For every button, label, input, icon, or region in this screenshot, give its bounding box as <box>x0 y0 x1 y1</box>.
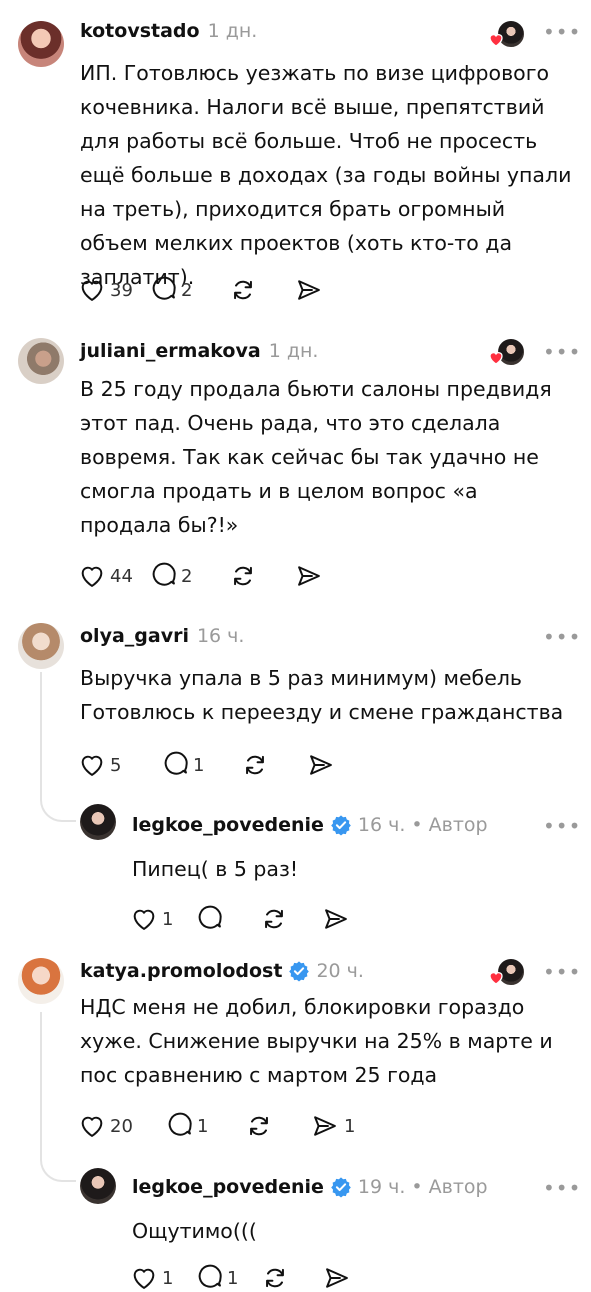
comment-text: Выручка упала в 5 раз минимум) мебель Го… <box>80 666 564 724</box>
avatar[interactable] <box>80 1168 116 1204</box>
reply-count: 2 <box>181 279 193 301</box>
repost-icon[interactable] <box>245 1112 273 1140</box>
timestamp: 1 дн. <box>207 20 258 42</box>
heart-badge-icon <box>488 350 504 366</box>
username[interactable]: legkoe_povedenie <box>132 814 324 836</box>
reply-icon[interactable] <box>196 905 224 933</box>
avatar[interactable] <box>18 338 64 384</box>
repost-icon[interactable] <box>229 562 257 590</box>
reply-comment: legkoe_povedenie 19 ч. • Автор ••• Ощути… <box>0 1150 591 1280</box>
comment: juliani_ermakova 1 дн. ••• В 25 году про… <box>0 320 591 605</box>
reply-icon[interactable] <box>162 751 190 779</box>
timestamp: 20 ч. <box>316 960 364 982</box>
heart-badge-icon <box>488 970 504 986</box>
verified-badge-icon <box>330 1176 352 1198</box>
avatar[interactable] <box>18 21 64 67</box>
repost-icon[interactable] <box>241 751 269 779</box>
like-count: 5 <box>110 754 122 776</box>
share-icon[interactable] <box>295 562 323 590</box>
like-icon[interactable] <box>130 1264 158 1292</box>
timestamp: 16 ч. • Автор <box>357 814 488 836</box>
like-icon[interactable] <box>78 1112 106 1140</box>
reply-icon[interactable] <box>150 562 178 590</box>
comment: olya_gavri 16 ч. ••• Выручка упала в 5 р… <box>0 605 591 790</box>
more-options-button[interactable]: ••• <box>543 814 581 838</box>
username[interactable]: juliani_ermakova <box>80 340 261 362</box>
like-icon[interactable] <box>130 905 158 933</box>
reply-count: 1 <box>197 1115 209 1137</box>
comment-text: Пипец( в 5 раз! <box>132 857 299 881</box>
like-count: 44 <box>110 565 133 587</box>
comment: katya.promolodost 20 ч. ••• НДС меня не … <box>0 940 591 1150</box>
reply-comment: legkoe_povedenie 16 ч. • Автор ••• Пипец… <box>0 790 591 940</box>
comment: kotovstado 1 дн. ••• ИП. Готовлюсь уезжа… <box>0 0 591 320</box>
like-icon[interactable] <box>78 276 106 304</box>
share-icon[interactable] <box>307 751 335 779</box>
reply-count: 2 <box>181 565 193 587</box>
more-options-button[interactable]: ••• <box>543 340 581 364</box>
verified-badge-icon <box>330 814 352 836</box>
more-options-button[interactable]: ••• <box>543 625 581 649</box>
like-icon[interactable] <box>78 751 106 779</box>
share-icon[interactable] <box>323 1264 351 1292</box>
repost-icon[interactable] <box>260 905 288 933</box>
reply-icon[interactable] <box>166 1112 194 1140</box>
repost-icon[interactable] <box>261 1264 289 1292</box>
username[interactable]: olya_gavri <box>80 625 189 647</box>
comment-text: НДС меня не добил, блокировки гораздо ху… <box>80 995 553 1087</box>
like-count: 39 <box>110 279 133 301</box>
share-icon[interactable] <box>295 276 323 304</box>
like-icon[interactable] <box>78 562 106 590</box>
like-count: 1 <box>162 1267 174 1289</box>
avatar[interactable] <box>18 623 64 669</box>
timestamp: 16 ч. <box>196 625 245 647</box>
username[interactable]: katya.promolodost <box>80 960 282 982</box>
comment-text: Ощутимо((( <box>132 1219 257 1243</box>
share-icon[interactable] <box>322 905 350 933</box>
more-options-button[interactable]: ••• <box>543 960 581 984</box>
author-liked-badge <box>488 957 528 991</box>
username[interactable]: kotovstado <box>80 20 200 42</box>
reply-icon[interactable] <box>196 1264 224 1292</box>
comment-text: В 25 году продала бьюти салоны предвидя … <box>80 377 552 537</box>
author-liked-badge <box>488 19 528 53</box>
reply-count: 1 <box>193 754 205 776</box>
timestamp: 19 ч. • Автор <box>357 1176 488 1198</box>
author-liked-badge <box>488 337 528 371</box>
like-count: 20 <box>110 1115 133 1137</box>
username[interactable]: legkoe_povedenie <box>132 1176 324 1198</box>
repost-icon[interactable] <box>229 276 257 304</box>
reply-icon[interactable] <box>150 276 178 304</box>
avatar[interactable] <box>80 804 116 840</box>
timestamp: 1 дн. <box>268 340 319 362</box>
reply-count: 1 <box>227 1267 239 1289</box>
avatar[interactable] <box>18 958 64 1004</box>
more-options-button[interactable]: ••• <box>543 20 581 44</box>
share-icon[interactable] <box>311 1112 339 1140</box>
verified-badge-icon <box>288 960 310 982</box>
like-count: 1 <box>162 908 174 930</box>
share-count: 1 <box>344 1115 356 1137</box>
heart-badge-icon <box>488 32 504 48</box>
more-options-button[interactable]: ••• <box>543 1176 581 1200</box>
comment-text: ИП. Готовлюсь уезжать по визе цифрового … <box>80 61 572 289</box>
